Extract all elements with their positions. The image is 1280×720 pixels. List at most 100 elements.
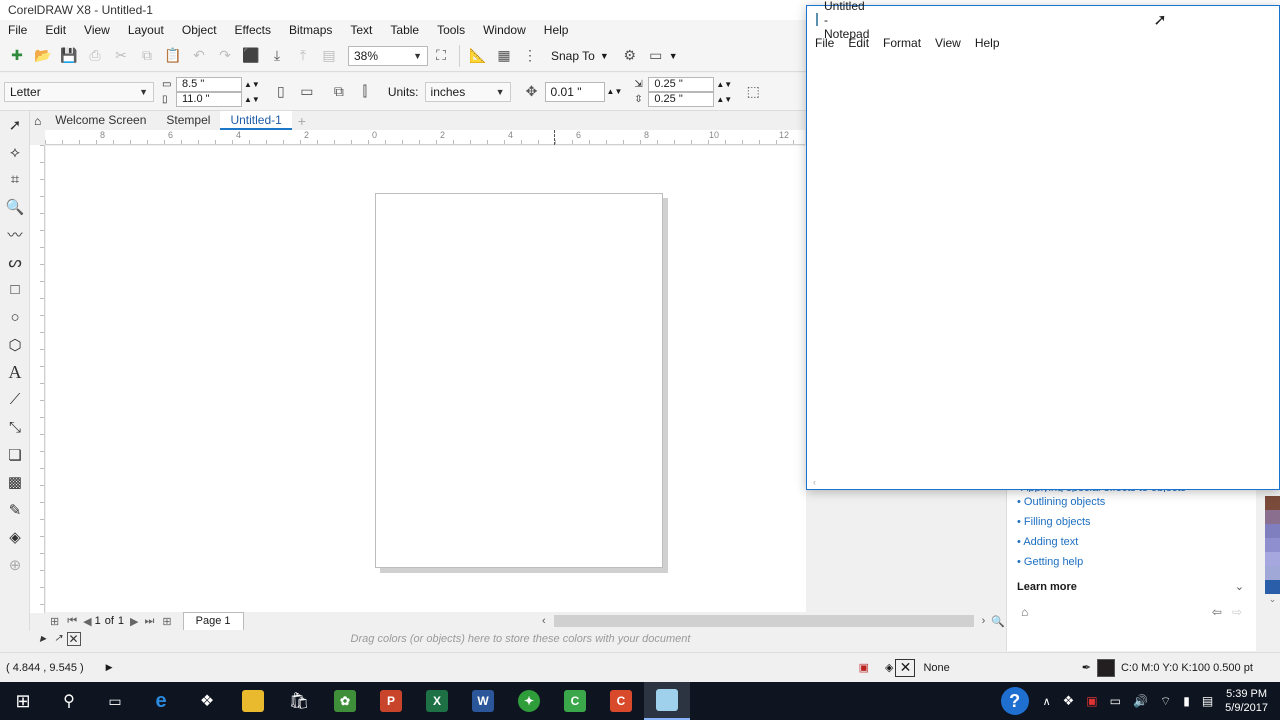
color-proof-icon[interactable]: ▣: [859, 661, 869, 674]
palette-swatch[interactable]: [1265, 538, 1280, 552]
menu-tools[interactable]: Tools: [428, 20, 474, 40]
duplicate-y-field[interactable]: 0.25 ": [648, 91, 715, 107]
zoom-to-page-icon[interactable]: ⛶: [430, 45, 452, 67]
document-page[interactable]: [375, 193, 663, 568]
battery-icon[interactable]: ▮: [1183, 694, 1190, 708]
color-eyedropper-icon[interactable]: ✎: [0, 496, 30, 524]
vertical-ruler[interactable]: [30, 145, 45, 613]
menu-table[interactable]: Table: [381, 20, 428, 40]
scroll-right-icon[interactable]: ›: [982, 615, 986, 627]
ellipse-tool-icon[interactable]: ○: [0, 304, 30, 332]
search-content-icon[interactable]: ⬛: [240, 45, 262, 67]
menu-bitmaps[interactable]: Bitmaps: [280, 20, 341, 40]
notifications-icon[interactable]: ▤: [1202, 694, 1213, 708]
learn-more-section[interactable]: Learn more ⌄: [1007, 580, 1256, 594]
chevron-down-icon[interactable]: ▼: [496, 87, 505, 97]
cut-icon[interactable]: ✂: [110, 45, 132, 67]
portrait-icon[interactable]: ▯: [270, 81, 292, 103]
camtasia-recorder-button[interactable]: C: [552, 682, 598, 720]
menu-view[interactable]: View: [75, 20, 119, 40]
notepad-menu-format[interactable]: Format: [876, 33, 928, 53]
green-app-button[interactable]: ✿: [322, 682, 368, 720]
hint-link-filling[interactable]: • Filling objects: [1007, 512, 1256, 532]
chevron-down-icon[interactable]: ⌄: [1235, 580, 1244, 593]
dropbox-tray-icon[interactable]: ❖: [1063, 693, 1075, 709]
palette-swatch[interactable]: [1265, 580, 1280, 594]
palette-swatch[interactable]: [1265, 510, 1280, 524]
notepad-horizontal-scrollbar[interactable]: ‹: [807, 475, 1279, 489]
show-grid-icon[interactable]: ▦: [493, 45, 515, 67]
notepad-title-bar[interactable]: Untitled - Notepad ➚ — ☐: [807, 0, 1279, 41]
spinner-icon[interactable]: ▲▼: [716, 80, 732, 89]
tab-untitled-1[interactable]: Untitled-1: [220, 111, 292, 130]
menu-text[interactable]: Text: [341, 20, 381, 40]
duplicate-x-field[interactable]: 0.25 ": [648, 76, 715, 92]
first-page-icon[interactable]: ⏮: [67, 615, 77, 628]
transparency-icon[interactable]: ▩: [0, 469, 30, 497]
palette-swatch[interactable]: [1265, 496, 1280, 510]
previous-page-icon[interactable]: ◀: [83, 615, 91, 628]
open-folder-icon[interactable]: 📂: [32, 45, 54, 67]
copy-icon[interactable]: ⧉: [136, 45, 158, 67]
no-color-swatch[interactable]: ✕: [66, 631, 81, 646]
zoom-level-field[interactable]: 38% ▼: [348, 45, 428, 66]
drop-shadow-icon[interactable]: ❏: [0, 441, 30, 469]
home-icon[interactable]: ⌂: [34, 114, 41, 128]
nudge-distance-field[interactable]: 0.01 ": [544, 81, 605, 102]
show-guidelines-icon[interactable]: ⋮: [519, 45, 541, 67]
network-icon[interactable]: ⌔: [1160, 694, 1171, 709]
parallel-dimension-icon[interactable]: ⟋: [0, 386, 30, 414]
menu-help[interactable]: Help: [535, 20, 578, 40]
status-expand-icon[interactable]: ▶: [106, 662, 113, 673]
spinner-icon[interactable]: ▲▼: [607, 87, 623, 96]
menu-file[interactable]: File: [0, 20, 36, 40]
menu-edit[interactable]: Edit: [36, 20, 75, 40]
tab-welcome-screen[interactable]: Welcome Screen: [45, 111, 156, 130]
palette-swatch[interactable]: [1265, 552, 1280, 566]
menu-object[interactable]: Object: [173, 20, 226, 40]
freehand-tool-icon[interactable]: 〰: [0, 221, 30, 249]
scroll-left-icon[interactable]: ‹: [813, 477, 816, 487]
new-document-icon[interactable]: ✚: [6, 45, 28, 67]
menu-window[interactable]: Window: [474, 20, 535, 40]
current-page-icon[interactable]: ⫿: [354, 81, 376, 103]
menu-layout[interactable]: Layout: [119, 20, 173, 40]
page-width-field[interactable]: 8.5 ": [176, 76, 242, 92]
import-icon[interactable]: ⤓: [266, 45, 288, 67]
add-tool-icon[interactable]: ⊕: [0, 551, 30, 579]
shape-tool-icon[interactable]: ⟡: [0, 139, 30, 167]
units-select[interactable]: inches ▼: [424, 81, 511, 102]
spinner-icon[interactable]: ▲▼: [244, 95, 260, 104]
search-button[interactable]: ⚲: [46, 682, 92, 720]
print-icon[interactable]: ⎙: [84, 45, 106, 67]
display-icon[interactable]: ▭: [1110, 694, 1121, 708]
show-rulers-icon[interactable]: 📐: [467, 45, 489, 67]
page-border-icon[interactable]: ⬚: [742, 81, 764, 103]
dropbox-button[interactable]: ❖: [184, 682, 230, 720]
notepad-text-area[interactable]: [807, 55, 1279, 475]
file-explorer-button[interactable]: [230, 682, 276, 720]
chevron-down-icon[interactable]: ▼: [600, 51, 609, 61]
artistic-media-icon[interactable]: ᔕ: [0, 249, 30, 277]
store-button[interactable]: 🛍: [276, 682, 322, 720]
pick-tool-icon[interactable]: ➚: [0, 111, 30, 139]
horizontal-scrollbar[interactable]: [553, 615, 974, 627]
volume-icon[interactable]: 🔊: [1133, 694, 1148, 708]
edge-button[interactable]: e: [138, 682, 184, 720]
notepad-menu-edit[interactable]: Edit: [841, 33, 876, 53]
add-tab-icon[interactable]: +: [298, 113, 306, 129]
redo-icon[interactable]: ↷: [214, 45, 236, 67]
camtasia-button[interactable]: C: [598, 682, 644, 720]
home-icon[interactable]: ⌂: [1021, 605, 1028, 619]
chevron-down-icon[interactable]: ▼: [139, 87, 148, 97]
next-page-icon[interactable]: ▶: [130, 615, 138, 628]
menu-effects[interactable]: Effects: [226, 20, 280, 40]
rectangle-tool-icon[interactable]: □: [0, 276, 30, 304]
spinner-icon[interactable]: ▲▼: [716, 95, 732, 104]
undo-icon[interactable]: ↶: [188, 45, 210, 67]
last-page-icon[interactable]: ⏭: [145, 615, 155, 628]
notepad-menu-help[interactable]: Help: [968, 33, 1007, 53]
add-page-before-icon[interactable]: ⊞: [50, 615, 59, 628]
back-arrow-icon[interactable]: ⇦: [1212, 605, 1222, 619]
export-icon[interactable]: ⤒: [292, 45, 314, 67]
